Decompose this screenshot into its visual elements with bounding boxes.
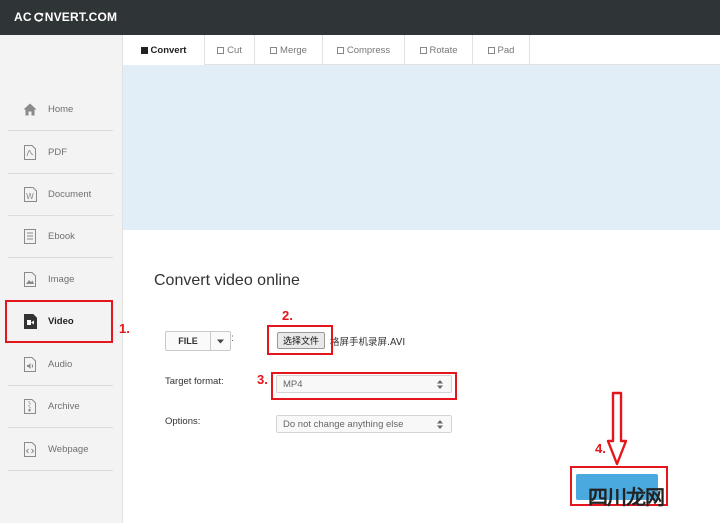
audio-icon <box>22 357 38 373</box>
tool-tabs: Convert Cut Merge Compress Rotate Pad <box>123 35 720 65</box>
annotation-step-1: 1. <box>119 321 130 336</box>
ad-banner-area <box>123 65 720 230</box>
checkbox-icon <box>217 46 225 54</box>
sidebar-item-label: Image <box>48 274 75 285</box>
tab-cut[interactable]: Cut <box>205 35 255 65</box>
options-value: Do not change anything else <box>283 418 404 430</box>
target-format-label: Target format: <box>165 376 224 387</box>
archive-icon <box>22 399 38 415</box>
webpage-icon <box>22 442 38 458</box>
annotation-box-target-format <box>271 372 457 400</box>
checkbox-icon <box>270 46 278 54</box>
sidebar-item-label: Home <box>48 104 74 115</box>
select-arrows-icon <box>437 420 443 429</box>
image-icon <box>22 272 38 288</box>
sidebar-item-label: PDF <box>48 147 67 158</box>
ebook-icon <box>22 229 38 245</box>
annotation-step-4: 4. <box>595 441 606 456</box>
sidebar-item-label: Ebook <box>48 231 75 242</box>
caret-down-icon[interactable] <box>211 332 230 350</box>
sidebar-item-audio[interactable]: Audio <box>8 344 113 386</box>
checkbox-icon <box>336 46 344 54</box>
tab-convert[interactable]: Convert <box>123 35 205 65</box>
sidebar-item-image[interactable]: Image <box>8 259 113 301</box>
tab-label: Rotate <box>429 44 458 56</box>
annotation-box-choose-file <box>267 325 333 355</box>
tab-label: Pad <box>497 44 515 56</box>
tab-label: Merge <box>280 44 307 56</box>
file-colon: : <box>231 333 234 344</box>
annotation-step-3: 3. <box>257 372 268 387</box>
annotation-step-2: 2. <box>282 308 293 323</box>
page-root: AC NVERT.COM Home PDF W Document Ebook I… <box>0 0 720 523</box>
word-document-icon: W <box>22 187 38 203</box>
home-icon <box>22 102 38 118</box>
checkbox-icon <box>487 46 495 54</box>
sidebar-item-document[interactable]: W Document <box>8 174 113 216</box>
sidebar-item-pdf[interactable]: PDF <box>8 132 113 174</box>
pdf-file-icon <box>22 145 38 161</box>
watermark-text: 四川龙网 <box>588 485 665 509</box>
top-bar: AC NVERT.COM <box>0 0 720 35</box>
svg-text:W: W <box>26 192 34 201</box>
checkbox-icon <box>419 46 427 54</box>
tab-merge[interactable]: Merge <box>255 35 323 65</box>
selected-file-name: 格屏手机录屏.AVI <box>330 337 406 348</box>
tab-pad[interactable]: Pad <box>473 35 530 65</box>
sidebar: Home PDF W Document Ebook Image Video Au… <box>0 35 123 523</box>
logo-text-right: NVERT.COM <box>44 10 118 24</box>
file-button-label: FILE <box>166 332 211 350</box>
tab-label: Compress <box>346 44 391 56</box>
sidebar-item-ebook[interactable]: Ebook <box>8 216 113 258</box>
logo-refresh-icon <box>33 12 44 23</box>
options-select[interactable]: Do not change anything else <box>276 415 452 433</box>
checkbox-icon <box>140 46 148 54</box>
annotation-arrow-down-icon <box>606 391 628 466</box>
sidebar-item-label: Audio <box>48 359 73 370</box>
site-logo[interactable]: AC NVERT.COM <box>14 10 117 24</box>
tab-rotate[interactable]: Rotate <box>405 35 473 65</box>
sidebar-item-home[interactable]: Home <box>8 89 113 131</box>
sidebar-item-label: Webpage <box>48 444 89 455</box>
sidebar-item-archive[interactable]: Archive <box>8 386 113 428</box>
annotation-box-video <box>5 300 113 343</box>
file-source-button[interactable]: FILE <box>165 331 231 351</box>
sidebar-item-label: Archive <box>48 401 80 412</box>
page-title: Convert video online <box>154 272 300 289</box>
tab-compress[interactable]: Compress <box>323 35 405 65</box>
tab-label: Cut <box>227 44 242 56</box>
sidebar-item-webpage[interactable]: Webpage <box>8 429 113 471</box>
logo-text-left: AC <box>14 10 32 24</box>
sidebar-item-label: Document <box>48 189 92 200</box>
options-label: Options: <box>165 416 201 427</box>
tab-label: Convert <box>150 44 187 56</box>
